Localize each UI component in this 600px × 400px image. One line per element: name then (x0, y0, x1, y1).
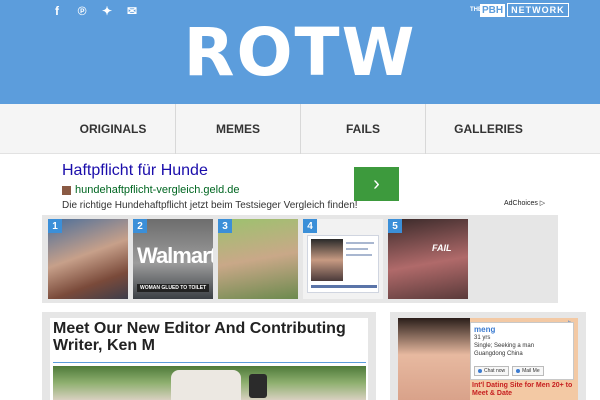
thumbnail-number: 5 (388, 219, 402, 233)
ad-title[interactable]: Haftpflicht für Hunde (62, 162, 208, 180)
ad-go-button[interactable]: › (354, 167, 399, 201)
twitter-icon[interactable]: ✦ (100, 4, 114, 18)
chat-now-button[interactable]: Chat now (474, 366, 510, 376)
nav-item-memes[interactable]: MEMES (176, 104, 301, 154)
mail-icon (516, 369, 521, 373)
thumbnail-4[interactable]: 4 (303, 219, 383, 299)
chat-icon (478, 369, 482, 373)
dating-profile-card: meng 31 yrs Single; Seeking a man Guangd… (470, 322, 574, 380)
ad-banner[interactable]: Haftpflicht für Hunde hundehaftpflicht-v… (62, 160, 545, 212)
nav-item-galleries[interactable]: GALLERIES (426, 104, 551, 154)
profile-name: meng (474, 325, 496, 334)
article-card[interactable]: Meet Our New Editor And Contributing Wri… (42, 312, 376, 400)
social-links: f ℗ ✦ ✉ (50, 4, 139, 18)
ad-url-text: hundehaftpflicht-vergleich.geld.de (75, 184, 240, 196)
chevron-right-icon: › (373, 172, 380, 195)
email-icon[interactable]: ✉ (125, 4, 139, 18)
article-divider (53, 362, 366, 363)
mail-me-label: Mail Me (522, 368, 540, 374)
facebook-icon[interactable]: f (50, 4, 64, 18)
ad-url[interactable]: hundehaftpflicht-vergleich.geld.de (62, 184, 240, 196)
mail-me-button[interactable]: Mail Me (512, 366, 544, 376)
sidebar-ad[interactable]: ▷ meng 31 yrs Single; Seeking a man Guan… (390, 312, 586, 400)
ad-favicon-icon (62, 185, 71, 195)
network-label: NETWORK (507, 3, 569, 17)
post-text-line (346, 248, 368, 250)
main-nav: ORIGINALS MEMES FAILS GALLERIES (0, 104, 600, 154)
article-image-camera (249, 374, 267, 398)
thumbnail-number: 2 (133, 219, 147, 233)
nav-item-originals[interactable]: ORIGINALS (51, 104, 176, 154)
profile-status: Single; Seeking a man (474, 343, 535, 349)
thumbnail-2[interactable]: 2 Walmart WOMAN GLUED TO TOILET (133, 219, 213, 299)
sidebar-ad-headline[interactable]: Int'l Dating Site for Men 20+ to Meet & … (472, 382, 576, 398)
thumbnail-5[interactable]: 5 FAIL (388, 219, 468, 299)
network-the-label: THE (470, 7, 482, 13)
sidebar-ad-photo (398, 318, 470, 400)
thumbnail-number: 1 (48, 219, 62, 233)
article-title[interactable]: Meet Our New Editor And Contributing Wri… (53, 320, 363, 354)
network-pbh-label: PBH (480, 3, 506, 17)
thumbnail-fail-text: FAIL (432, 243, 452, 253)
thumbnail-caption: WOMAN GLUED TO TOILET (137, 284, 210, 292)
site-logo[interactable]: ROTW (0, 18, 600, 88)
ad-description: Die richtige Hundehaftpflicht jetzt beim… (62, 200, 358, 211)
thumbnail-number: 4 (303, 219, 317, 233)
chat-now-label: Chat now (484, 368, 506, 374)
nav-item-fails[interactable]: FAILS (301, 104, 426, 154)
featured-thumbnails: 1 2 Walmart WOMAN GLUED TO TOILET 3 4 5 … (42, 215, 558, 303)
post-text-line (346, 254, 372, 256)
thumbnail-number: 3 (218, 219, 232, 233)
post-photo (311, 239, 343, 281)
thumbnail-3[interactable]: 3 (218, 219, 298, 299)
adchoices-link[interactable]: AdChoices ▷ (504, 199, 545, 207)
pbh-network-link[interactable]: THE PBH NETWORK (470, 3, 569, 17)
site-header: f ℗ ✦ ✉ THE PBH NETWORK ROTW (0, 0, 600, 104)
pinterest-icon[interactable]: ℗ (75, 4, 89, 18)
article-image-subject (171, 370, 241, 400)
thumbnail-1[interactable]: 1 (48, 219, 128, 299)
profile-location: Guangdong China (474, 351, 523, 357)
social-post-preview (307, 235, 379, 293)
post-text-line (346, 242, 374, 244)
post-action-bar (311, 285, 377, 288)
article-image[interactable] (53, 366, 366, 400)
thumbnail-sign-text: Walmart (137, 243, 213, 268)
profile-age: 31 yrs (474, 335, 491, 341)
